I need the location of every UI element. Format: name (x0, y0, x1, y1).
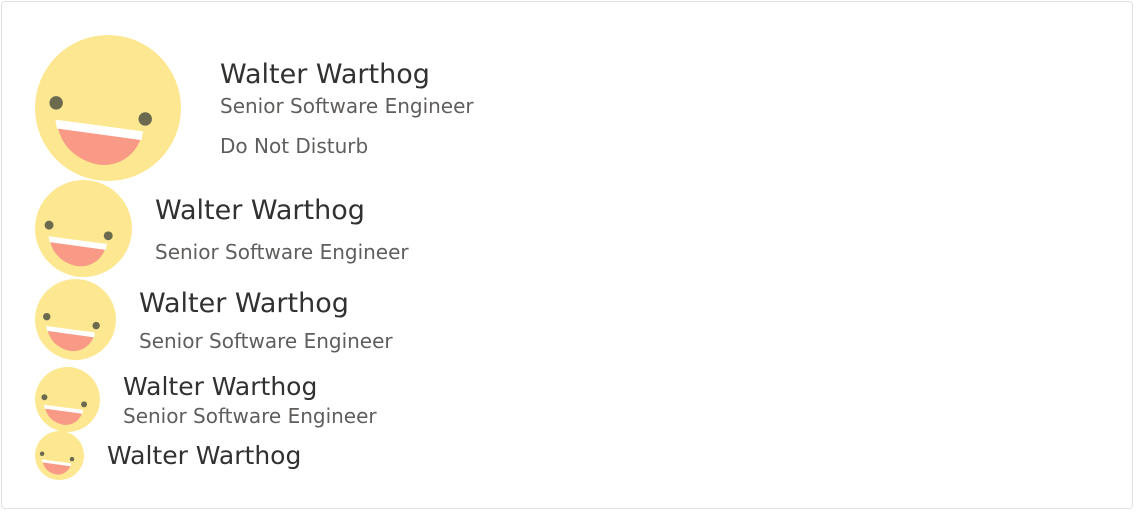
persona-role: Senior Software Engineer (139, 328, 393, 353)
persona-md[interactable]: Walter Warthog Senior Software Engineer (35, 367, 377, 432)
persona-name: Walter Warthog (155, 194, 365, 226)
persona-sm[interactable]: Walter Warthog (35, 431, 301, 480)
persona-details: Walter Warthog (107, 440, 301, 472)
persona-role: Senior Software Engineer (155, 239, 409, 264)
persona-xxl[interactable]: Walter Warthog Senior Software Engineer … (35, 35, 474, 181)
smiley-face-icon (35, 367, 100, 432)
persona-details: Walter Warthog Senior Software Engineer (123, 371, 377, 429)
smiley-face-icon (35, 180, 132, 277)
smiley-face-icon (35, 35, 181, 181)
persona-details: Walter Warthog Senior Software Engineer (139, 286, 393, 354)
persona-role: Senior Software Engineer (123, 403, 377, 428)
smiley-face-icon (35, 431, 84, 480)
persona-details: Walter Warthog Senior Software Engineer (155, 193, 409, 265)
persona-name: Walter Warthog (139, 287, 349, 319)
persona-name: Walter Warthog (107, 440, 302, 470)
persona-name: Walter Warthog (220, 59, 430, 90)
persona-name: Walter Warthog (123, 371, 318, 401)
persona-card-container: Walter Warthog Senior Software Engineer … (1, 1, 1133, 509)
smiley-face-icon (35, 279, 116, 360)
persona-status: Do Not Disturb (220, 134, 369, 158)
persona-xl[interactable]: Walter Warthog Senior Software Engineer (35, 180, 409, 277)
persona-role: Senior Software Engineer (220, 94, 474, 118)
persona-lg[interactable]: Walter Warthog Senior Software Engineer (35, 279, 393, 360)
persona-details: Walter Warthog Senior Software Engineer … (220, 57, 474, 159)
